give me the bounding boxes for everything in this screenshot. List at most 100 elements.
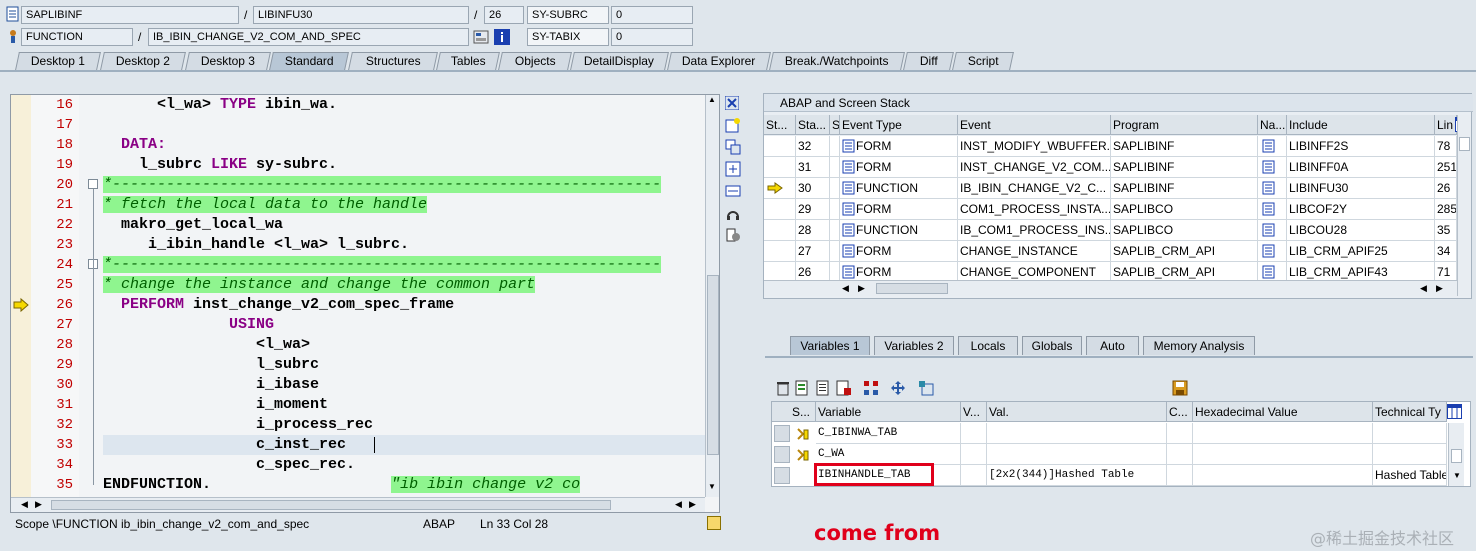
stack-cell-level[interactable]: 31 (796, 157, 830, 178)
maximize-icon[interactable] (725, 161, 741, 177)
stack-cell-event[interactable]: COM1_PROCESS_INSTA... (958, 199, 1111, 220)
stack-cell-line[interactable]: 251 (1435, 157, 1457, 178)
code-line[interactable]: i_process_rec (103, 415, 705, 435)
stack-cell-line[interactable]: 26 (1435, 178, 1457, 199)
stack-cell-etype[interactable]: FORM (840, 157, 958, 178)
scroll-right-icon[interactable]: ▶ (689, 499, 696, 510)
swap-tool-icon[interactable] (725, 139, 741, 155)
column-header[interactable]: Lin (1435, 115, 1457, 135)
delete-row-icon[interactable] (836, 380, 852, 396)
expand-horizontal-icon[interactable] (725, 183, 741, 199)
scroll-left-icon[interactable]: ◀ (21, 499, 28, 510)
info-icon[interactable] (494, 29, 510, 45)
stack-cell-include[interactable]: LIBINFF2S (1287, 136, 1435, 157)
scroll-left-icon[interactable]: ◀ (1420, 283, 1427, 294)
stack-cell[interactable] (764, 220, 796, 241)
stack-cell-etype[interactable]: FUNCTION (840, 220, 958, 241)
code-line[interactable]: i_moment (103, 395, 705, 415)
tab-break-watchpoints[interactable]: Break./Watchpoints (769, 52, 905, 70)
new-tool-icon[interactable] (725, 117, 741, 133)
code-line[interactable]: <l_wa> TYPE ibin_wa. (103, 95, 705, 115)
event-type-field[interactable]: FUNCTION (21, 28, 133, 46)
fold-toggle-icon[interactable] (88, 179, 98, 189)
code-line[interactable]: i_ibin_handle <l_wa> l_subrc. (103, 235, 705, 255)
stack-horizontal-scrollbar[interactable]: ◀ ▶ ◀ ▶ (764, 280, 1457, 296)
stack-cell-etype[interactable]: FORM (840, 241, 958, 262)
code-line[interactable]: l_subrc (103, 355, 705, 375)
delete-icon[interactable] (775, 380, 791, 396)
line-field[interactable]: 26 (484, 6, 524, 24)
navigate-icon[interactable] (1262, 223, 1276, 237)
column-header[interactable]: Na... (1258, 115, 1287, 135)
stack-cell-program[interactable]: SAPLIB_CRM_API (1111, 241, 1258, 262)
column-header[interactable]: Val. (987, 402, 1167, 422)
scroll-left-icon[interactable]: ◀ (675, 499, 682, 510)
row-selector[interactable] (774, 467, 790, 484)
code-line[interactable]: *---------------------------------------… (103, 175, 705, 195)
code-line[interactable]: l_subrc LIKE sy-subrc. (103, 155, 705, 175)
tab-objects[interactable]: Objects (498, 52, 572, 70)
tab-variables-1[interactable]: Variables 1 (790, 336, 870, 355)
notes-icon[interactable] (707, 516, 721, 530)
stack-cell-etype[interactable]: FUNCTION (840, 178, 958, 199)
stack-cell-event[interactable]: IB_IBIN_CHANGE_V2_C... (958, 178, 1111, 199)
stack-cell[interactable] (830, 136, 840, 157)
stack-cell-level[interactable]: 29 (796, 199, 830, 220)
sy-subrc-value[interactable]: 0 (611, 6, 693, 24)
hierarchy-icon[interactable] (863, 380, 879, 396)
variable-cell[interactable] (1167, 423, 1193, 444)
stack-cell[interactable] (764, 199, 796, 220)
tab-data-explorer[interactable]: Data Explorer (667, 52, 771, 70)
column-header[interactable]: Technical Ty (1373, 402, 1447, 422)
function-name-field[interactable]: IB_IBIN_CHANGE_V2_COM_AND_SPEC (148, 28, 469, 46)
detail-icon[interactable] (815, 380, 831, 396)
stack-cell-level[interactable]: 28 (796, 220, 830, 241)
editor-horizontal-scrollbar[interactable]: ◀ ▶ ◀ ▶ (11, 497, 705, 512)
code-line[interactable]: * change the instance and change the com… (103, 275, 705, 295)
tab-locals[interactable]: Locals (958, 336, 1018, 355)
code-line[interactable]: i_ibase (103, 375, 705, 395)
variable-cell-name[interactable]: C_WA (816, 444, 961, 465)
stack-cell-etype[interactable]: FORM (840, 199, 958, 220)
scroll-thumb[interactable] (876, 283, 948, 294)
column-settings-icon[interactable] (1447, 404, 1462, 419)
scroll-right-icon[interactable]: ▶ (35, 499, 42, 510)
stack-cell-program[interactable]: SAPLIBINF (1111, 178, 1258, 199)
variable-cell[interactable] (961, 423, 987, 444)
variable-cell-type[interactable] (1373, 423, 1447, 444)
code-line[interactable] (103, 115, 705, 135)
stack-cell[interactable] (830, 157, 840, 178)
scroll-thumb[interactable] (1451, 449, 1462, 463)
navigate-icon[interactable] (1262, 160, 1276, 174)
tab-auto[interactable]: Auto (1086, 336, 1139, 355)
column-header[interactable]: Program (1111, 115, 1258, 135)
stack-cell[interactable] (764, 136, 796, 157)
variable-cell[interactable] (1193, 465, 1373, 486)
navigate-icon[interactable] (1262, 244, 1276, 258)
code-line[interactable]: DATA: (103, 135, 705, 155)
tab-globals[interactable]: Globals (1022, 336, 1082, 355)
column-header[interactable]: S... (772, 402, 816, 422)
variable-cell[interactable] (961, 444, 987, 465)
stack-cell-include[interactable]: LIBCOF2Y (1287, 199, 1435, 220)
stack-cell-line[interactable]: 34 (1435, 241, 1457, 262)
variable-cell-val[interactable]: [2x2(344)]Hashed Table (987, 465, 1167, 486)
code-area[interactable]: <l_wa> TYPE ibin_wa. DATA: l_subrc LIKE … (103, 95, 705, 497)
stack-cell-event[interactable]: INST_CHANGE_V2_COM... (958, 157, 1111, 178)
variable-cell-val[interactable] (987, 444, 1167, 465)
save-icon[interactable] (1172, 380, 1188, 396)
stack-cell-event[interactable]: CHANGE_INSTANCE (958, 241, 1111, 262)
stack-cell-level[interactable]: 30 (796, 178, 830, 199)
variable-cell[interactable] (961, 465, 987, 486)
column-header[interactable]: V... (961, 402, 987, 422)
include-field[interactable]: LIBINFU30 (253, 6, 469, 24)
stack-cell-include[interactable]: LIB_CRM_APIF25 (1287, 241, 1435, 262)
variable-cell[interactable] (1167, 444, 1193, 465)
scroll-thumb[interactable] (707, 275, 719, 455)
navigate-icon[interactable] (1262, 265, 1276, 279)
stack-cell-program[interactable]: SAPLIBINF (1111, 157, 1258, 178)
stack-cell[interactable] (830, 178, 840, 199)
stack-cell-level[interactable]: 32 (796, 136, 830, 157)
column-header[interactable]: S... (830, 115, 840, 135)
variable-cell[interactable] (1193, 423, 1373, 444)
